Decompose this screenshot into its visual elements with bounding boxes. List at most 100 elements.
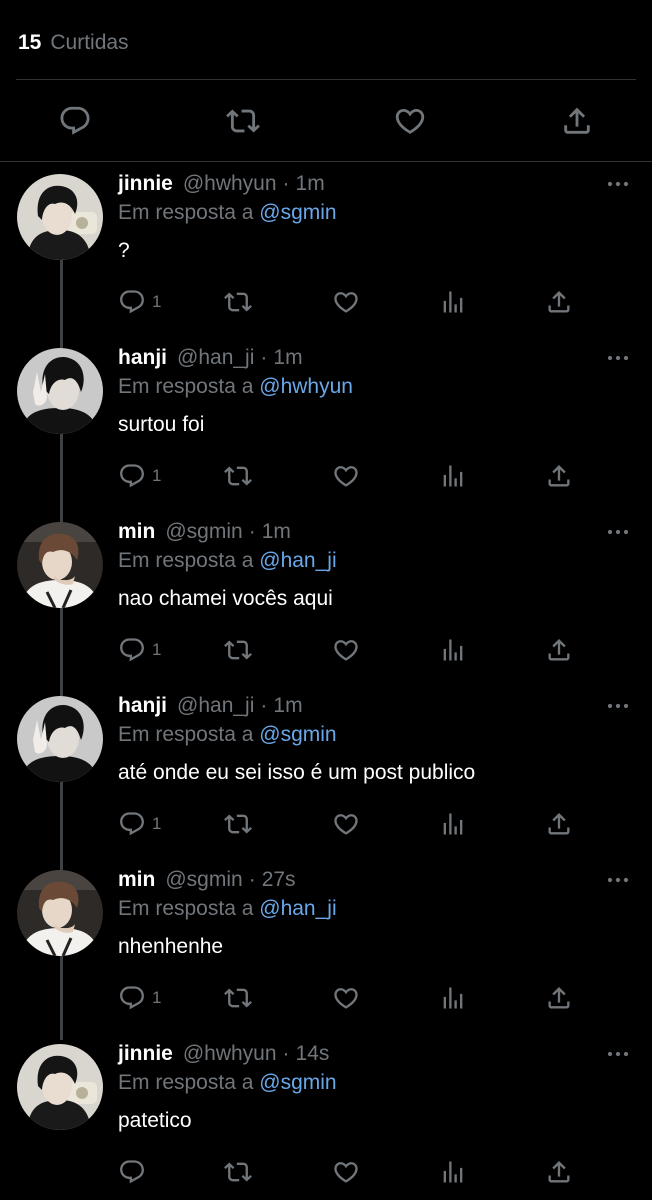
like-button[interactable]: [332, 285, 360, 319]
timestamp[interactable]: 1m: [273, 346, 302, 370]
share-button[interactable]: [545, 981, 573, 1015]
reply-tweet[interactable]: jinnie @hwhyun · 1m Em resposta a @sgmin…: [0, 170, 652, 344]
likes-label: Curtidas: [50, 31, 129, 54]
separator-dot: ·: [282, 172, 290, 195]
reply-tweet[interactable]: jinnie @hwhyun · 14s Em resposta a @sgmi…: [0, 1040, 652, 1200]
user-handle[interactable]: @han_ji: [177, 346, 254, 370]
like-button[interactable]: [332, 1155, 360, 1189]
more-icon[interactable]: [606, 524, 630, 540]
retweet-icon: [224, 462, 252, 490]
tweet-actions: 1: [0, 285, 652, 319]
reply-button[interactable]: 1: [118, 633, 161, 667]
views-button[interactable]: [439, 633, 467, 667]
display-name[interactable]: min: [118, 520, 155, 544]
reply-to-mention[interactable]: @hwhyun: [259, 375, 353, 398]
views-button[interactable]: [439, 981, 467, 1015]
user-handle[interactable]: @sgmin: [165, 520, 242, 544]
reply-button[interactable]: 1: [118, 981, 161, 1015]
retweet-button[interactable]: [224, 459, 252, 493]
views-icon: [439, 1158, 467, 1186]
views-icon: [439, 810, 467, 838]
reply-to-mention[interactable]: @sgmin: [259, 723, 336, 746]
user-handle[interactable]: @sgmin: [165, 868, 242, 892]
likes-stat[interactable]: 15 Curtidas: [18, 30, 129, 56]
retweet-button[interactable]: [218, 96, 268, 146]
share-button[interactable]: [545, 633, 573, 667]
views-button[interactable]: [439, 285, 467, 319]
reply-to-label: Em resposta a: [118, 897, 254, 920]
more-icon[interactable]: [606, 1046, 630, 1062]
share-icon: [545, 636, 573, 664]
reply-tweet[interactable]: hanji @han_ji · 1m Em resposta a @hwhyun…: [0, 344, 652, 518]
retweet-button[interactable]: [224, 285, 252, 319]
retweet-button[interactable]: [224, 981, 252, 1015]
retweet-button[interactable]: [224, 1155, 252, 1189]
reply-tweet[interactable]: min @sgmin · 27s Em resposta a @han_ji n…: [0, 866, 652, 1040]
reply-to-mention[interactable]: @sgmin: [259, 1071, 336, 1094]
retweet-icon: [224, 810, 252, 838]
divider: [0, 161, 652, 162]
avatar[interactable]: [17, 696, 103, 782]
reply-to-mention[interactable]: @sgmin: [259, 201, 336, 224]
display-name[interactable]: min: [118, 868, 155, 892]
reply-button[interactable]: 1: [118, 807, 161, 841]
share-icon: [545, 810, 573, 838]
avatar[interactable]: [17, 522, 103, 608]
like-icon: [332, 288, 360, 316]
share-icon: [545, 1158, 573, 1186]
tweet-text: nao chamei vocês aqui: [118, 587, 333, 610]
share-button[interactable]: [552, 96, 602, 146]
user-handle[interactable]: @han_ji: [177, 694, 254, 718]
avatar[interactable]: [17, 348, 103, 434]
reply-to-line: Em resposta a @sgmin: [118, 201, 337, 225]
like-button[interactable]: [332, 981, 360, 1015]
main-tweet-actions: [0, 96, 652, 146]
display-name[interactable]: hanji: [118, 694, 167, 718]
timestamp[interactable]: 14s: [296, 1042, 330, 1066]
more-icon[interactable]: [606, 176, 630, 192]
more-icon[interactable]: [606, 350, 630, 366]
share-button[interactable]: [545, 807, 573, 841]
separator-dot: ·: [260, 346, 268, 369]
reply-to-label: Em resposta a: [118, 375, 254, 398]
share-button[interactable]: [545, 285, 573, 319]
share-button[interactable]: [545, 459, 573, 493]
reply-button[interactable]: [50, 96, 100, 146]
display-name[interactable]: hanji: [118, 346, 167, 370]
views-button[interactable]: [439, 1155, 467, 1189]
more-icon[interactable]: [606, 872, 630, 888]
user-handle[interactable]: @hwhyun: [183, 1042, 277, 1066]
reply-to-mention[interactable]: @han_ji: [259, 897, 336, 920]
like-button[interactable]: [332, 459, 360, 493]
reply-button[interactable]: 1: [118, 459, 161, 493]
display-name[interactable]: jinnie: [118, 1042, 173, 1066]
like-icon: [332, 810, 360, 838]
reply-button[interactable]: 1: [118, 285, 161, 319]
user-handle[interactable]: @hwhyun: [183, 172, 277, 196]
like-button[interactable]: [385, 96, 435, 146]
reply-icon: [118, 810, 146, 838]
reply-to-mention[interactable]: @han_ji: [259, 549, 336, 572]
reply-count: 1: [152, 292, 162, 311]
reply-button[interactable]: [118, 1155, 152, 1189]
avatar[interactable]: [17, 174, 103, 260]
retweet-button[interactable]: [224, 633, 252, 667]
views-button[interactable]: [439, 807, 467, 841]
timestamp[interactable]: 1m: [273, 694, 302, 718]
avatar[interactable]: [17, 870, 103, 956]
more-icon[interactable]: [606, 698, 630, 714]
like-button[interactable]: [332, 633, 360, 667]
like-button[interactable]: [332, 807, 360, 841]
timestamp[interactable]: 1m: [262, 520, 291, 544]
display-name[interactable]: jinnie: [118, 172, 173, 196]
avatar[interactable]: [17, 1044, 103, 1130]
reply-tweet[interactable]: min @sgmin · 1m Em resposta a @han_ji na…: [0, 518, 652, 692]
reply-to-label: Em resposta a: [118, 201, 254, 224]
timestamp[interactable]: 27s: [262, 868, 296, 892]
reply-icon: [118, 288, 146, 316]
views-button[interactable]: [439, 459, 467, 493]
share-button[interactable]: [545, 1155, 573, 1189]
retweet-button[interactable]: [224, 807, 252, 841]
reply-tweet[interactable]: hanji @han_ji · 1m Em resposta a @sgmin …: [0, 692, 652, 866]
timestamp[interactable]: 1m: [296, 172, 325, 196]
